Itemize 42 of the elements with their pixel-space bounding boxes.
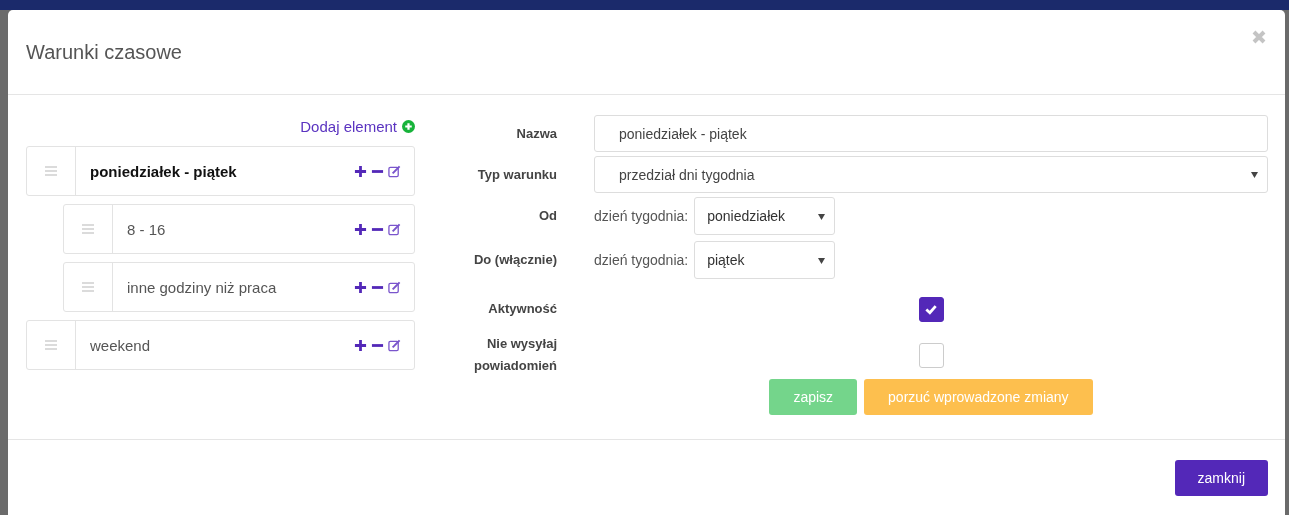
plus-icon[interactable] [354, 222, 367, 236]
caret-icon[interactable] [818, 256, 826, 264]
drag-handle-icon[interactable] [45, 339, 57, 351]
select-field[interactable]: poniedziałek [694, 197, 836, 235]
checkbox[interactable] [918, 296, 944, 322]
drag-handle-icon[interactable] [82, 223, 94, 235]
field-label: Typ warunku [476, 165, 557, 184]
caret-icon[interactable] [818, 212, 826, 220]
edit-icon[interactable] [388, 222, 401, 236]
plus-icon[interactable] [354, 280, 367, 294]
field-label: Do (włącznie) [472, 251, 557, 269]
tree-item[interactable]: inne godziny niż praca [63, 262, 415, 312]
close-icon [1251, 29, 1267, 45]
field-label: Nazwa [515, 124, 557, 143]
field-prefix: dzień tygodnia: [594, 208, 689, 224]
field-label: Od [537, 207, 557, 225]
tree-item[interactable]: 8 - 16 [63, 204, 415, 254]
check-icon [924, 302, 938, 316]
plus-icon[interactable] [354, 164, 367, 178]
select-field[interactable]: piątek [694, 241, 836, 279]
close-button[interactable]: zamknij [1174, 460, 1268, 496]
tree-item-label: poniedziałek - piątek [89, 162, 238, 180]
edit-icon[interactable] [388, 164, 401, 178]
tree-item-label: 8 - 16 [126, 220, 167, 238]
edit-icon[interactable] [388, 338, 401, 352]
edit-icon[interactable] [388, 280, 401, 294]
add-element-link[interactable]: Dodaj element [300, 117, 397, 135]
field-label: Aktywność [487, 300, 557, 318]
drag-handle-icon[interactable] [82, 281, 94, 293]
tree-item[interactable]: poniedziałek - piątek [26, 146, 415, 196]
field-label: Nie wysyłaj powiadomień [472, 335, 557, 375]
field-prefix: dzień tygodnia: [594, 252, 689, 268]
dialog-title: Warunki czasowe [26, 40, 182, 64]
tree-item-label: inne godziny niż praca [126, 278, 278, 296]
drag-handle-icon[interactable] [45, 165, 57, 177]
tree-item[interactable]: weekend [26, 320, 415, 370]
caret-icon[interactable] [1251, 171, 1258, 178]
text-field[interactable]: poniedziałek - piątek [594, 115, 1268, 152]
tree-item-label: weekend [89, 336, 152, 354]
select-field[interactable]: przedział dni tygodnia [594, 156, 1268, 193]
add-icon[interactable] [402, 119, 415, 133]
plus-icon[interactable] [354, 338, 367, 352]
